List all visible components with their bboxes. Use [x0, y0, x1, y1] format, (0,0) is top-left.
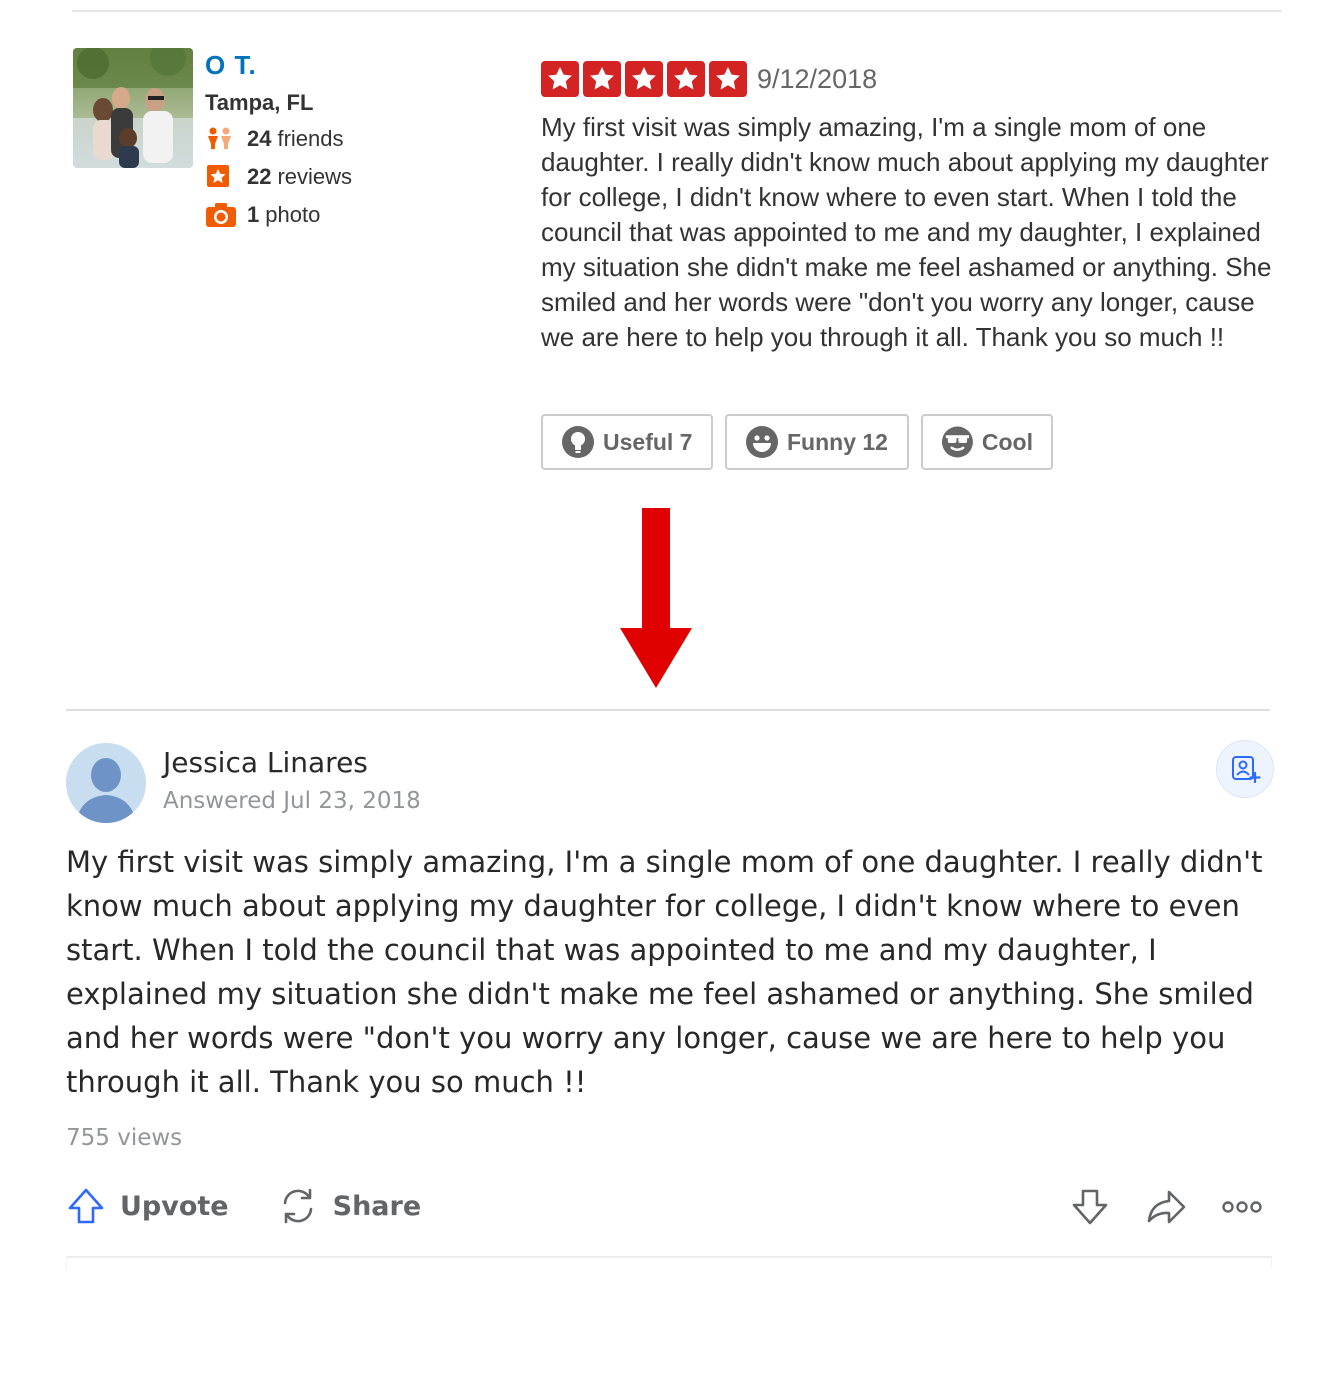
comments-container-edge — [66, 1256, 1272, 1268]
upvote-label: Upvote — [120, 1190, 229, 1222]
review-date: 9/12/2018 — [757, 64, 878, 94]
vote-buttons: Useful 7 Funny 12 Cool — [541, 414, 1053, 470]
cool-label: Cool — [981, 428, 1033, 455]
author-avatar[interactable] — [66, 743, 146, 823]
friends-count: 24 — [247, 126, 272, 151]
sunglasses-icon — [941, 426, 973, 458]
friends-icon — [205, 126, 239, 152]
useful-button[interactable]: Useful 7 — [541, 414, 713, 470]
photos-stat: 1 photo — [205, 202, 320, 228]
smiley-icon — [746, 426, 778, 458]
photos-label: photo — [265, 202, 321, 227]
upvote-arrow-icon — [68, 1188, 104, 1224]
forward-button[interactable] — [1144, 1185, 1188, 1229]
share-label: Share — [332, 1190, 422, 1222]
user-location: Tampa, FL — [205, 90, 314, 115]
answer-text: My first visit was simply amazing, I'm a… — [66, 845, 1263, 1099]
star-badge-icon — [205, 164, 239, 190]
more-options-button[interactable] — [1220, 1185, 1264, 1229]
more-dots-icon — [1222, 1201, 1262, 1213]
section-divider — [66, 709, 1270, 711]
star-icon — [541, 61, 579, 97]
reviews-label: reviews — [277, 164, 353, 189]
friends-stat: 24 friends — [205, 126, 344, 152]
useful-label: Useful 7 — [603, 428, 693, 455]
top-divider — [72, 10, 1282, 12]
view-count: 755 views — [66, 1125, 183, 1151]
photos-count: 1 — [247, 202, 260, 227]
answer-date[interactable]: Answered Jul 23, 2018 — [163, 788, 421, 814]
camera-icon — [205, 202, 239, 228]
star-icon — [625, 61, 663, 97]
funny-label: Funny 12 — [787, 428, 888, 455]
follow-author-button[interactable] — [1216, 740, 1274, 798]
cool-button[interactable]: Cool — [921, 414, 1053, 470]
down-arrow-icon — [618, 506, 694, 695]
downvote-arrow-icon — [1072, 1189, 1108, 1225]
star-rating — [541, 61, 747, 97]
star-icon — [667, 61, 705, 97]
funny-button[interactable]: Funny 12 — [725, 414, 909, 470]
default-user-icon — [66, 743, 146, 823]
author-name[interactable]: Jessica Linares — [163, 746, 368, 779]
share-button[interactable]: Share — [277, 1185, 422, 1227]
user-photo[interactable] — [73, 48, 193, 168]
lightbulb-icon — [562, 426, 594, 458]
review-text: My first visit was simply amazing, I'm a… — [541, 112, 1272, 352]
star-icon — [583, 61, 621, 97]
forward-arrow-icon — [1147, 1190, 1186, 1224]
reviews-stat: 22 reviews — [205, 164, 352, 190]
share-cycle-icon — [283, 1188, 312, 1224]
star-icon — [709, 61, 747, 97]
reviews-count: 22 — [247, 164, 272, 189]
answer-actions: Upvote Share — [66, 1185, 469, 1227]
add-person-icon — [1232, 756, 1261, 784]
user-name-link[interactable]: O T. — [205, 50, 257, 81]
upvote-button[interactable]: Upvote — [66, 1186, 229, 1226]
friends-label: friends — [277, 126, 344, 151]
downvote-button[interactable] — [1068, 1185, 1112, 1229]
